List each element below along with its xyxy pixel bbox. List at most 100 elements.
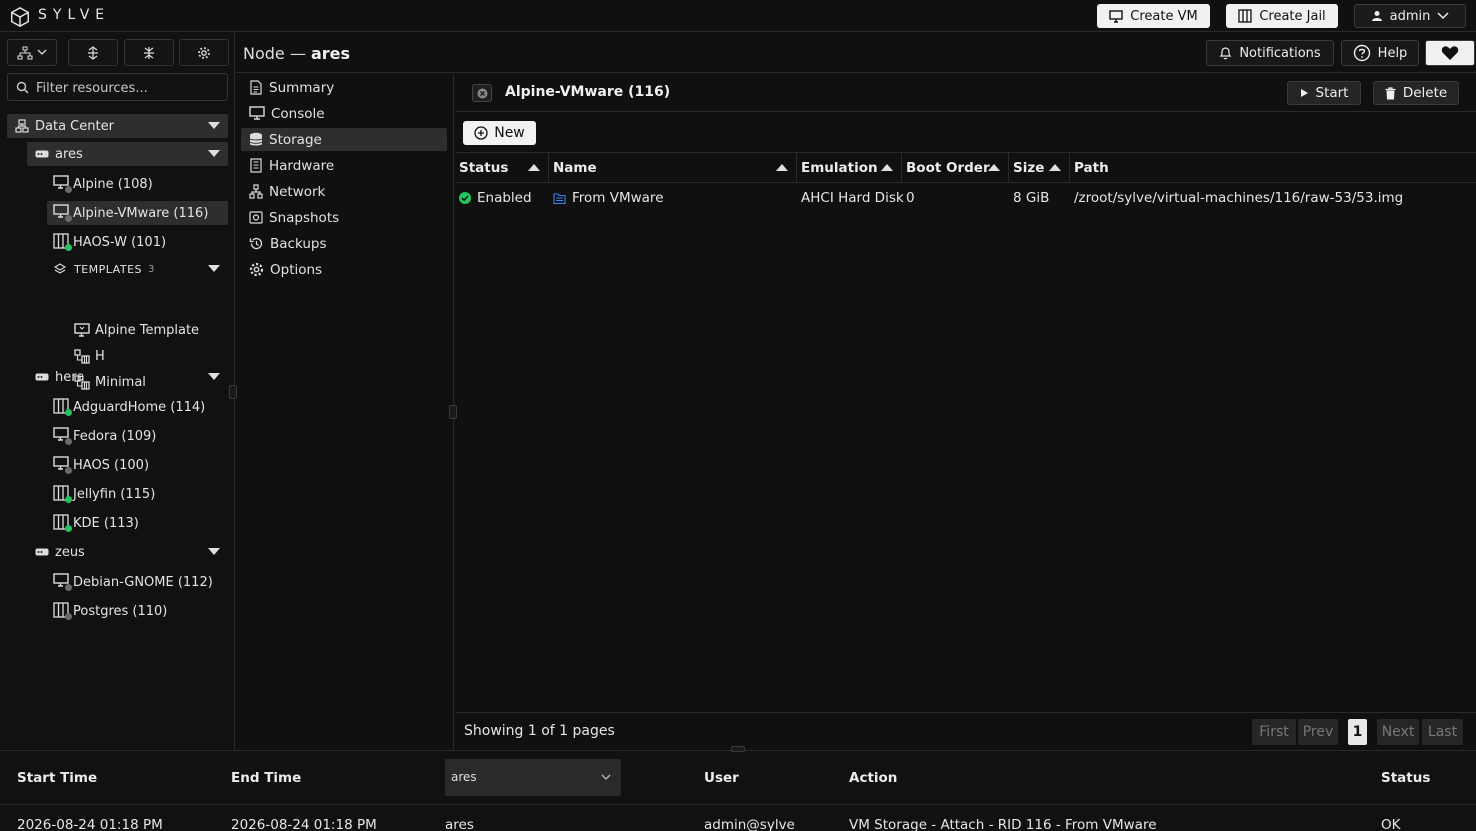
tree-view-toggle-button[interactable]: [7, 39, 57, 66]
vm-monitor-icon: [53, 204, 72, 222]
sort-asc-icon: [776, 164, 788, 171]
sort-asc-icon: [881, 164, 893, 171]
tree-jail-kde[interactable]: KDE (113): [47, 511, 228, 535]
caret-down-icon[interactable]: [208, 373, 220, 380]
history-icon: [249, 237, 263, 250]
log-end-time: 2026-08-24 01:18 PM: [231, 817, 377, 831]
pagination-summary: Showing 1 of 1 pages: [464, 723, 615, 739]
create-jail-button[interactable]: Create Jail: [1226, 4, 1338, 28]
delete-button[interactable]: Delete: [1373, 81, 1459, 105]
menu-network[interactable]: Network: [241, 180, 447, 203]
new-storage-button[interactable]: New: [463, 121, 536, 145]
current-page-button[interactable]: 1: [1348, 719, 1367, 745]
column-path[interactable]: Path: [1070, 153, 1476, 183]
menu-label: Network: [269, 183, 326, 200]
first-page-button[interactable]: First: [1252, 719, 1296, 745]
help-circle-icon: [1353, 44, 1370, 62]
vm-monitor-icon: [53, 175, 72, 193]
favorite-button[interactable]: [1425, 40, 1475, 66]
templates-count: 3: [148, 263, 155, 275]
node-header: Node — ares Notifications Help: [236, 33, 1476, 73]
tree-vm-debian-gnome[interactable]: Debian-GNOME (112): [47, 570, 228, 594]
status-dot: [65, 244, 72, 251]
tree-node-ares[interactable]: ares: [27, 142, 228, 166]
help-button[interactable]: Help: [1341, 40, 1419, 66]
vm-title: Alpine-VMware (116): [505, 84, 671, 100]
status-dot: [65, 409, 72, 416]
row-path: /zroot/sylve/virtual-machines/116/raw-53…: [1074, 190, 1404, 206]
menu-console[interactable]: Console: [241, 102, 447, 125]
column-emulation[interactable]: Emulation: [797, 153, 902, 183]
column-name[interactable]: Name: [549, 153, 797, 183]
caret-down-icon[interactable]: [208, 150, 220, 157]
vm-monitor-icon: [53, 573, 72, 591]
jail-icon: [53, 602, 72, 620]
column-size[interactable]: Size: [1009, 153, 1070, 183]
tree-node-hera[interactable]: hera: [27, 365, 228, 389]
log-column-end[interactable]: End Time: [231, 770, 301, 786]
notifications-button[interactable]: Notifications: [1206, 40, 1334, 66]
menu-storage[interactable]: Storage: [241, 128, 447, 151]
log-column-action[interactable]: Action: [849, 770, 897, 786]
user-menu-button[interactable]: admin: [1354, 4, 1466, 28]
expand-all-button[interactable]: [68, 39, 118, 66]
log-column-start[interactable]: Start Time: [17, 770, 97, 786]
prev-page-button[interactable]: Prev: [1298, 719, 1338, 745]
tree-template-alpine[interactable]: Alpine Template: [67, 318, 228, 342]
tree-jail-adguardhome[interactable]: AdguardHome (114): [47, 395, 228, 419]
row-status: Enabled: [477, 190, 532, 206]
gear-icon: [198, 46, 210, 59]
menu-backups[interactable]: Backups: [241, 232, 447, 255]
tree-templates-group[interactable]: TEMPLATES 3: [47, 257, 228, 281]
templates-label: TEMPLATES: [74, 262, 142, 276]
jail-icon: [53, 514, 72, 532]
tree-vm-haos[interactable]: HAOS (100): [47, 453, 228, 477]
row-emulation: AHCI Hard Disk: [801, 190, 904, 206]
menu-hardware[interactable]: Hardware: [241, 154, 447, 177]
tree-node-zeus[interactable]: zeus: [27, 540, 228, 564]
row-name: From VMware: [572, 190, 664, 206]
collapse-all-button[interactable]: [124, 39, 174, 66]
menu-summary[interactable]: Summary: [241, 76, 447, 99]
log-resize-handle[interactable]: [731, 746, 745, 752]
tree-jail-haos-w[interactable]: HAOS-W (101): [47, 230, 228, 254]
tree-jail-jellyfin[interactable]: Jellyfin (115): [47, 482, 228, 506]
tree-datacenter[interactable]: Data Center: [7, 114, 228, 138]
settings-button[interactable]: [179, 39, 229, 66]
column-status[interactable]: Status: [455, 153, 549, 183]
top-bar: SYLVE Create VM Create Jail admin: [0, 0, 1476, 32]
tree-vm-alpine[interactable]: Alpine (108): [47, 172, 228, 196]
next-page-button[interactable]: Next: [1377, 719, 1419, 745]
trash-icon: [1385, 86, 1396, 99]
node-prefix: Node —: [243, 44, 306, 63]
server-icon: [35, 548, 49, 556]
row-boot-order: 0: [906, 190, 915, 206]
create-vm-button[interactable]: Create VM: [1097, 4, 1210, 28]
camera-icon: [249, 211, 263, 224]
menu-snapshots[interactable]: Snapshots: [241, 206, 447, 229]
row-name-cell[interactable]: From VMware: [553, 187, 664, 209]
last-page-button[interactable]: Last: [1422, 719, 1463, 745]
resource-sidebar: Data Center ares Alpine (108) Alpine-VMw…: [0, 33, 237, 750]
sort-asc-icon: [528, 164, 540, 171]
tree-vm-fedora[interactable]: Fedora (109): [47, 424, 228, 448]
menu-options[interactable]: Options: [241, 258, 447, 281]
row-status-cell: Enabled: [459, 187, 532, 209]
column-boot-order[interactable]: Boot Order: [902, 153, 1009, 183]
tree-item-label: Alpine (108): [73, 176, 153, 192]
log-status: OK: [1381, 817, 1401, 831]
node-filter-select[interactable]: ares: [445, 759, 621, 796]
log-column-status[interactable]: Status: [1381, 770, 1430, 786]
caret-down-icon[interactable]: [208, 265, 220, 272]
log-column-user[interactable]: User: [704, 770, 739, 786]
filter-resources-input[interactable]: [36, 79, 224, 97]
caret-down-icon[interactable]: [208, 548, 220, 555]
status-dot: [65, 186, 72, 193]
start-button[interactable]: Start: [1287, 81, 1361, 105]
caret-down-icon[interactable]: [208, 122, 220, 129]
brand-name: SYLVE: [38, 7, 111, 23]
close-circle-icon: [477, 88, 487, 98]
close-tab-button[interactable]: [472, 84, 492, 102]
tree-vm-alpine-vmware[interactable]: Alpine-VMware (116): [47, 201, 228, 225]
tree-jail-postgres[interactable]: Postgres (110): [47, 599, 228, 623]
